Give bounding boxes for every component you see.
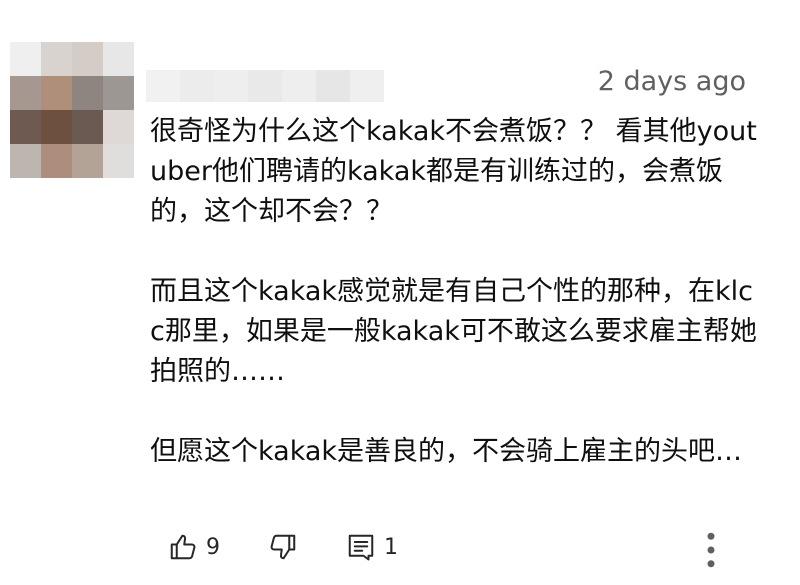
username-blur-segment [316,70,350,102]
avatar-pixel [10,110,41,144]
avatar-pixel [103,76,134,110]
avatar-pixel [10,42,41,76]
reply-button[interactable]: 1 [346,532,398,562]
comment-paragraph: 很奇怪为什么这个kakak不会煮饭？？ 看其他youtuber他们聘请的kaka… [150,116,757,227]
comment-timestamp[interactable]: 2 days ago [598,66,746,97]
username-blur-segment [180,70,214,102]
username-redacted[interactable] [146,70,384,102]
username-blur-segment [282,70,316,102]
reply-count: 1 [384,534,398,560]
dislike-button[interactable] [268,532,298,562]
avatar-pixel [41,76,72,110]
username-blur-segment [248,70,282,102]
username-blur-segment [214,70,248,102]
avatar-pixel [103,110,134,144]
avatar-pixel [72,144,103,178]
like-button[interactable]: 9 [168,532,220,562]
more-vertical-icon [696,530,726,570]
avatar-pixel [103,42,134,76]
avatar-pixel [72,76,103,110]
avatar-pixel [103,144,134,178]
comment-paragraph: 但愿这个kakak是善良的，不会骑上雇主的头吧… [150,436,743,467]
like-count: 9 [206,534,220,560]
avatar-pixel [41,144,72,178]
avatar-pixel [41,110,72,144]
avatar[interactable] [10,42,134,178]
avatar-pixel [72,42,103,76]
comment-paragraph: 而且这个kakak感觉就是有自己个性的那种，在klcc那里，如果是一般kakak… [150,276,757,387]
avatar-pixel [10,76,41,110]
thumbs-up-icon [168,532,198,562]
thumbs-down-icon [268,532,298,562]
username-blur-segment [146,70,180,102]
comment-actions: 9 1 [0,528,800,572]
avatar-pixel [10,144,41,178]
more-options-button[interactable] [696,530,726,570]
comment-text: 很奇怪为什么这个kakak不会煮饭？？ 看其他youtuber他们聘请的kaka… [150,112,760,472]
avatar-pixel [41,42,72,76]
username-blur-segment [350,70,384,102]
avatar-pixel [72,110,103,144]
reply-comment-icon [346,532,376,562]
